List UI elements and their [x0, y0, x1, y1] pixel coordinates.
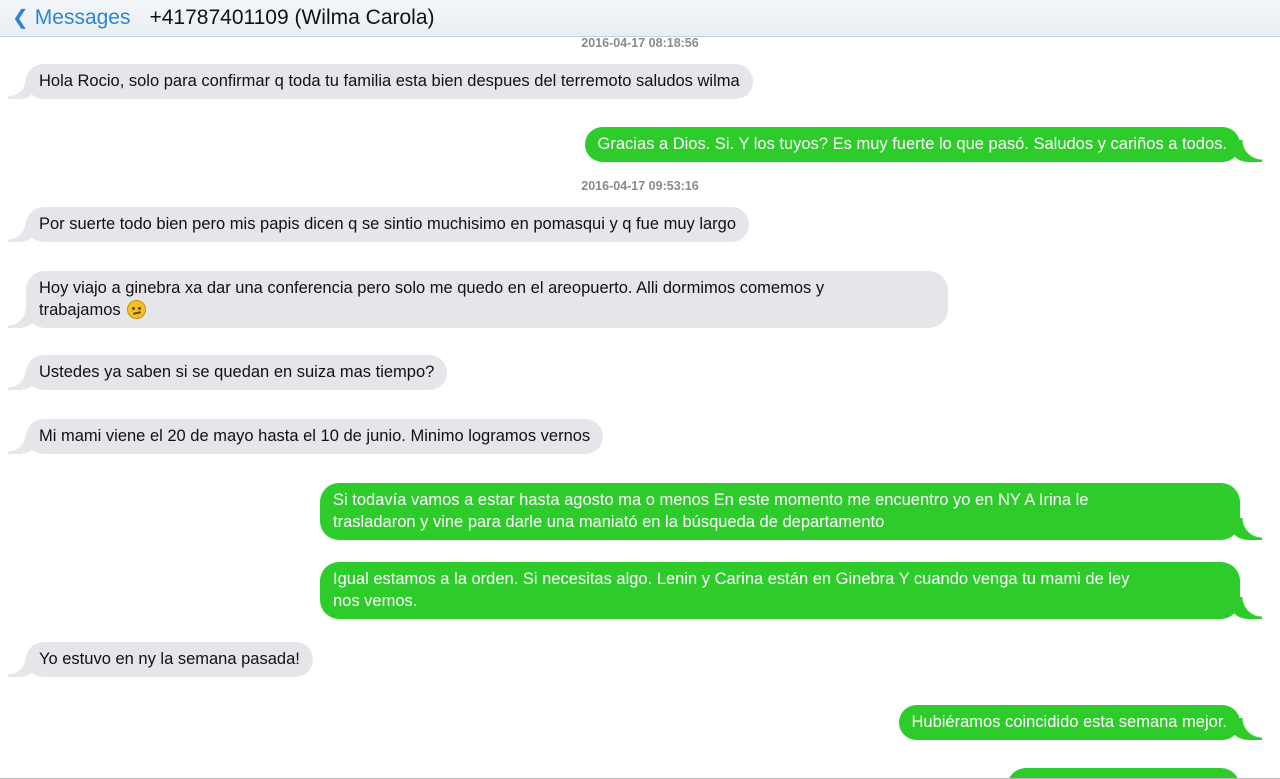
message-bubble-incoming[interactable]: Yo estuvo en ny la semana pasada! [8, 642, 313, 677]
message-bubble-incoming[interactable]: Mi mami viene el 20 de mayo hasta el 10 … [7, 419, 604, 454]
message-bubble-incoming[interactable]: Hoy viajo a ginebra xa dar una conferenc… [8, 271, 948, 328]
message-bubble-outgoing[interactable]: Hubiéramos coincidido esta semana mejor. [898, 705, 1262, 740]
back-label: Messages [34, 6, 131, 29]
message-bubble-incoming[interactable]: Ustedes ya saben si se quedan en suiza m… [7, 355, 448, 390]
message-bubble-incoming[interactable]: Hola Rocio, solo para confirmar q toda t… [8, 64, 753, 99]
back-button[interactable]: ❮ Messages [12, 6, 130, 31]
contact-title: +41787401109 (Wilma Carola) [149, 6, 435, 29]
message-bubble-outgoing[interactable]: Igual estamos a la orden. Si necesitas a… [320, 562, 1262, 619]
message-text: Igual estamos a la orden. Si necesitas a… [333, 570, 1130, 588]
message-text: Gracias a Dios. Si. Y los tuyos? Es muy … [597, 135, 1227, 153]
message-text: Ustedes ya saben si se quedan en suiza m… [39, 363, 435, 381]
message-text: Por suerte todo bien pero mis papis dice… [39, 215, 737, 233]
confused-face-icon [127, 300, 147, 319]
chevron-left-icon: ❮ [12, 6, 29, 29]
message-bubble-outgoing[interactable]: Si todavía vamos a estar hasta agosto ma… [320, 483, 1262, 540]
message-bubble-incoming[interactable]: Por suerte todo bien pero mis papis dice… [7, 207, 750, 242]
message-text-line2: trasladaron y vine para darle una maniat… [333, 513, 885, 531]
message-text: Hubiéramos coincidido esta semana mejor. [911, 713, 1228, 731]
message-text: Hoy viajo a ginebra xa dar una conferenc… [39, 279, 825, 297]
message-text-line2: trabajamos [39, 301, 121, 319]
message-text: Si todavía vamos a estar hasta agosto ma… [333, 491, 1089, 509]
timestamp: 2016-04-17 09:53:16 [581, 179, 699, 193]
message-text: Hola Rocio, solo para confirmar q toda t… [39, 72, 740, 90]
message-text: Mi mami viene el 20 de mayo hasta el 10 … [39, 427, 591, 445]
message-bubble-outgoing[interactable]: Gracias a Dios. Si. Y los tuyos? Es muy … [584, 127, 1263, 162]
message-text-line2: nos vemos. [333, 592, 418, 610]
conversation-header: ❮ Messages +41787401109 (Wilma Carola) [0, 0, 1280, 37]
message-text: Yo estuvo en ny la semana pasada! [39, 650, 300, 668]
timestamp: 2016-04-17 08:18:56 [581, 36, 699, 50]
